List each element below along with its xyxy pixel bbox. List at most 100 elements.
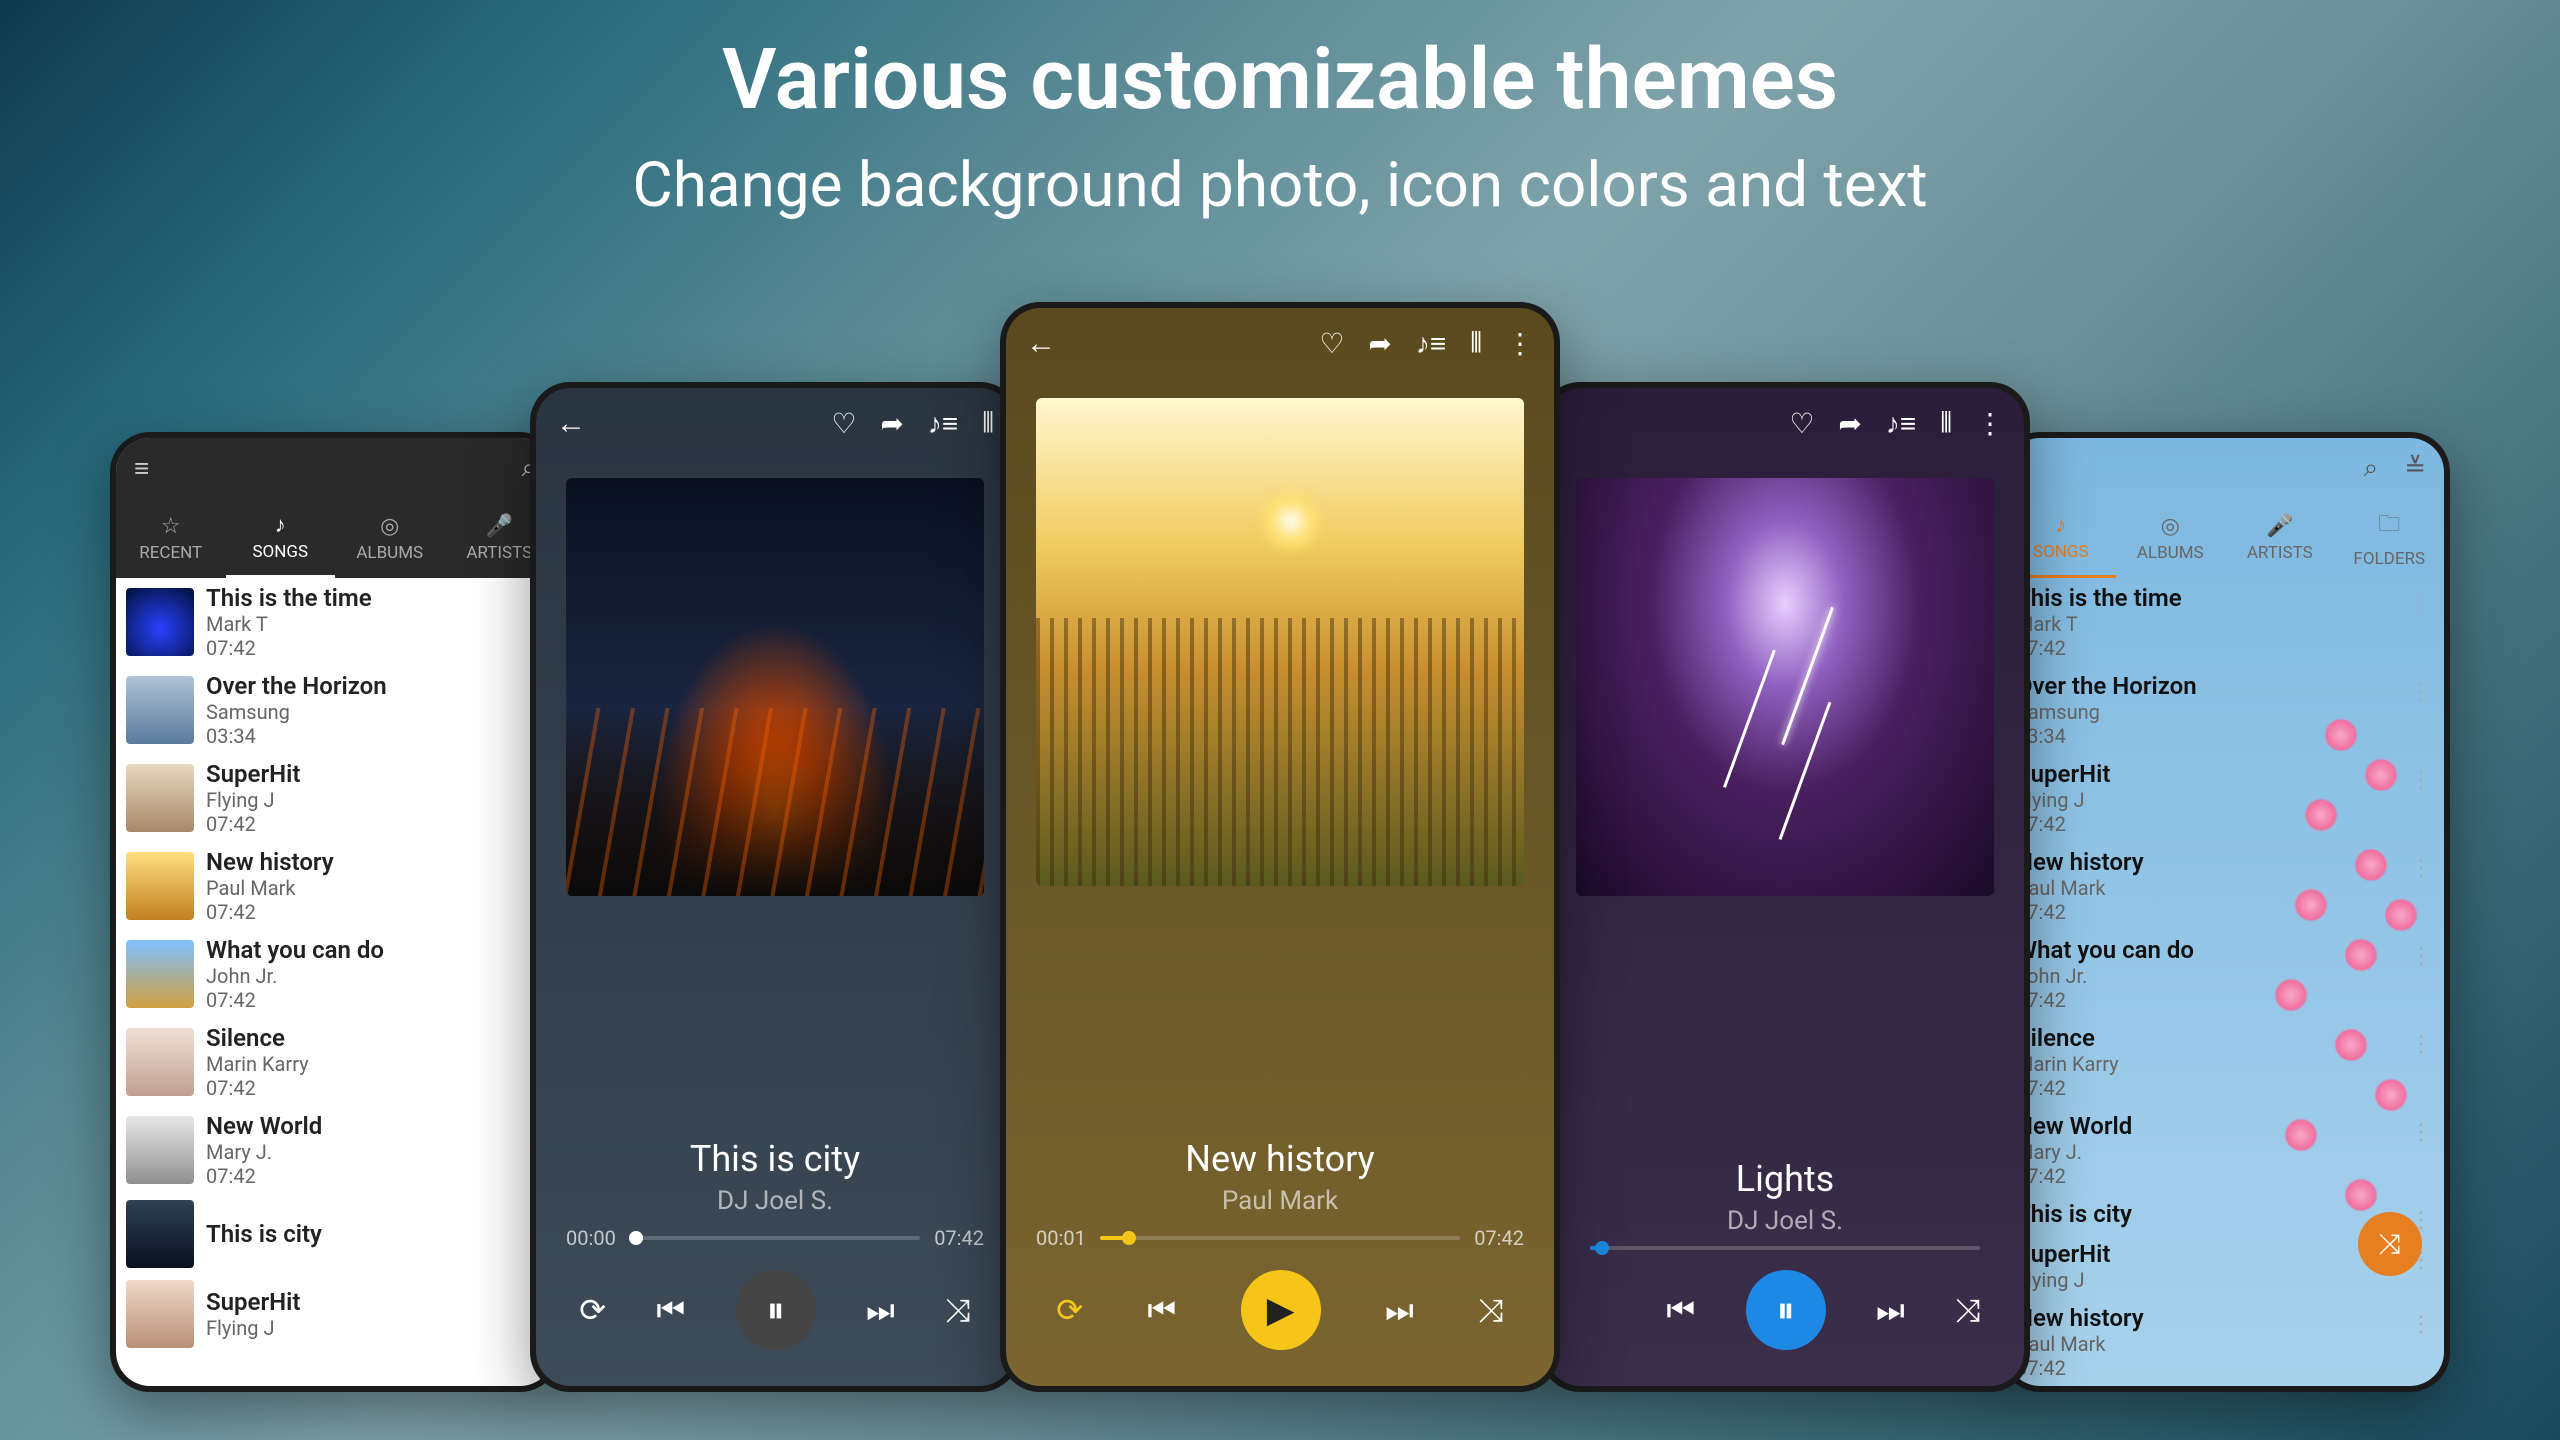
phone-theme-golden: ← ♡ ➦ ♪≡ ⫴ ⋮ New history Paul Mark 00:01… <box>1000 302 1560 1392</box>
mic-icon: 🎤 <box>2266 514 2293 539</box>
more-icon[interactable]: ⋮ <box>1976 407 2004 440</box>
sort-icon[interactable]: ≚ <box>2404 453 2426 483</box>
play-button[interactable]: ▶ <box>1241 1270 1321 1350</box>
seekbar[interactable] <box>1590 1246 1980 1250</box>
prev-button[interactable]: ⏮ <box>1147 1291 1176 1330</box>
heart-icon[interactable]: ♡ <box>1789 407 1814 440</box>
song-duration: 07:42 <box>206 900 334 924</box>
song-artist: John Jr. <box>2016 964 2194 988</box>
more-icon[interactable]: ⋮ <box>2410 856 2432 881</box>
queue-icon[interactable]: ♪≡ <box>1886 407 1916 440</box>
repeat-button[interactable]: ⟳ <box>579 1291 606 1329</box>
song-row[interactable]: What you can doJohn Jr.07:42⋮ <box>2006 930 2444 1018</box>
song-row[interactable]: This is the timeMark T07:42⋮ <box>2006 578 2444 666</box>
song-thumb <box>126 1280 194 1348</box>
heart-icon[interactable]: ♡ <box>1319 327 1344 360</box>
song-title: Silence <box>206 1024 309 1052</box>
pause-button[interactable]: ⏸ <box>736 1270 816 1350</box>
song-thumb <box>126 1200 194 1268</box>
share-icon[interactable]: ➦ <box>1368 327 1391 360</box>
prev-button[interactable]: ⏮ <box>656 1291 685 1330</box>
song-row[interactable]: New historyPaul Mark07:42⋮ <box>2006 1298 2444 1386</box>
now-playing-artist: DJ Joel S. <box>1566 1206 2004 1236</box>
song-title: New World <box>206 1112 322 1140</box>
phone-theme-light: ≡ ⌕ ☆RECENT ♪SONGS ◎ALBUMS 🎤ARTISTS This… <box>110 432 560 1392</box>
song-title: This is city <box>2016 1200 2132 1228</box>
shuffle-button[interactable]: ⤨ <box>1478 1291 1504 1330</box>
tab-artists[interactable]: 🎤ARTISTS <box>2225 498 2335 578</box>
seekbar[interactable] <box>630 1236 920 1240</box>
song-duration: 07:42 <box>2016 900 2144 924</box>
search-icon[interactable]: ⌕ <box>2364 453 2379 483</box>
song-artist: Paul Mark <box>2016 876 2144 900</box>
seekbar[interactable] <box>1100 1236 1460 1240</box>
song-row[interactable]: This is city <box>116 1194 554 1274</box>
song-title: Silence <box>2016 1024 2119 1052</box>
song-artist: Mark T <box>2016 612 2182 636</box>
song-duration: 07:42 <box>2016 1356 2144 1380</box>
song-title: This is the time <box>2016 584 2182 612</box>
more-icon[interactable]: ⋮ <box>2410 680 2432 705</box>
share-icon[interactable]: ➦ <box>1838 407 1861 440</box>
disc-icon: ◎ <box>2161 514 2180 539</box>
pause-button[interactable]: ⏸ <box>1746 1270 1826 1350</box>
more-icon[interactable]: ⋮ <box>2410 1032 2432 1057</box>
song-title: SuperHit <box>2016 760 2110 788</box>
shuffle-button[interactable]: ⤨ <box>945 1291 971 1330</box>
song-title: This is city <box>206 1220 322 1248</box>
repeat-button[interactable]: ⟳ <box>1056 1291 1083 1329</box>
tab-folders[interactable]: 🗀FOLDERS <box>2335 498 2445 578</box>
queue-icon[interactable]: ♪≡ <box>928 407 958 440</box>
song-row[interactable]: This is the timeMark T07:42 <box>116 578 554 666</box>
tab-albums[interactable]: ◎ALBUMS <box>2116 498 2226 578</box>
song-row[interactable]: SuperHitFlying J07:42⋮ <box>2006 754 2444 842</box>
eq-icon[interactable]: ⫴ <box>1470 326 1482 360</box>
time-elapsed: 00:01 <box>1036 1226 1086 1250</box>
song-row[interactable]: New historyPaul Mark07:42⋮ <box>2006 842 2444 930</box>
song-artist: Marin Karry <box>2016 1052 2119 1076</box>
more-icon[interactable]: ⋮ <box>2410 1312 2432 1337</box>
shuffle-fab[interactable]: ⤨ <box>2358 1212 2422 1276</box>
more-icon[interactable]: ⋮ <box>2410 1120 2432 1145</box>
tab-songs[interactable]: ♪SONGS <box>226 498 336 578</box>
song-row[interactable]: New WorldMary J.07:42 <box>116 1106 554 1194</box>
more-icon[interactable]: ⋮ <box>2410 768 2432 793</box>
heart-icon[interactable]: ♡ <box>831 407 856 440</box>
song-row[interactable]: SuperHitFlying J07:42 <box>116 754 554 842</box>
disc-icon: ◎ <box>380 514 399 539</box>
menu-icon[interactable]: ≡ <box>134 453 149 484</box>
next-button[interactable]: ⏭ <box>866 1291 895 1330</box>
song-row[interactable]: What you can doJohn Jr.07:42 <box>116 930 554 1018</box>
tab-albums[interactable]: ◎ALBUMS <box>335 498 445 578</box>
back-icon[interactable]: ← <box>556 406 586 441</box>
song-duration: 07:42 <box>2016 1164 2132 1188</box>
song-row[interactable]: Over the HorizonSamsung03:34⋮ <box>2006 666 2444 754</box>
more-icon[interactable]: ⋮ <box>1506 327 1534 360</box>
song-row[interactable]: SilenceMarin Karry07:42 <box>116 1018 554 1106</box>
tab-recent[interactable]: ☆RECENT <box>116 498 226 578</box>
song-row[interactable]: SilenceMarin Karry07:42⋮ <box>2006 1018 2444 1106</box>
song-artist: Paul Mark <box>206 876 334 900</box>
shuffle-button[interactable]: ⤨ <box>1955 1291 1981 1330</box>
queue-icon[interactable]: ♪≡ <box>1416 327 1446 360</box>
song-row[interactable]: New historyPaul Mark07:42 <box>116 842 554 930</box>
song-artist: Samsung <box>2016 700 2197 724</box>
more-icon[interactable]: ⋮ <box>2410 592 2432 617</box>
share-icon[interactable]: ➦ <box>880 407 903 440</box>
eq-icon[interactable]: ⫴ <box>982 406 994 440</box>
song-row[interactable]: New WorldMary J.07:42⋮ <box>2006 1106 2444 1194</box>
now-playing-title: Lights <box>1566 1158 2004 1200</box>
library-tabs: ♪SONGS ◎ALBUMS 🎤ARTISTS 🗀FOLDERS <box>2006 498 2444 578</box>
song-artist: John Jr. <box>206 964 384 988</box>
next-button[interactable]: ⏭ <box>1876 1291 1905 1330</box>
prev-button[interactable]: ⏮ <box>1666 1291 1695 1330</box>
album-art <box>1576 478 1994 896</box>
song-row[interactable]: Over the HorizonSamsung03:34 <box>116 666 554 754</box>
next-button[interactable]: ⏭ <box>1385 1291 1414 1330</box>
song-row[interactable]: SuperHitFlying J <box>116 1274 554 1354</box>
back-icon[interactable]: ← <box>1026 326 1056 361</box>
now-playing-title: This is city <box>556 1138 994 1180</box>
eq-icon[interactable]: ⫴ <box>1940 406 1952 440</box>
more-icon[interactable]: ⋮ <box>2410 944 2432 969</box>
song-thumb <box>126 588 194 656</box>
